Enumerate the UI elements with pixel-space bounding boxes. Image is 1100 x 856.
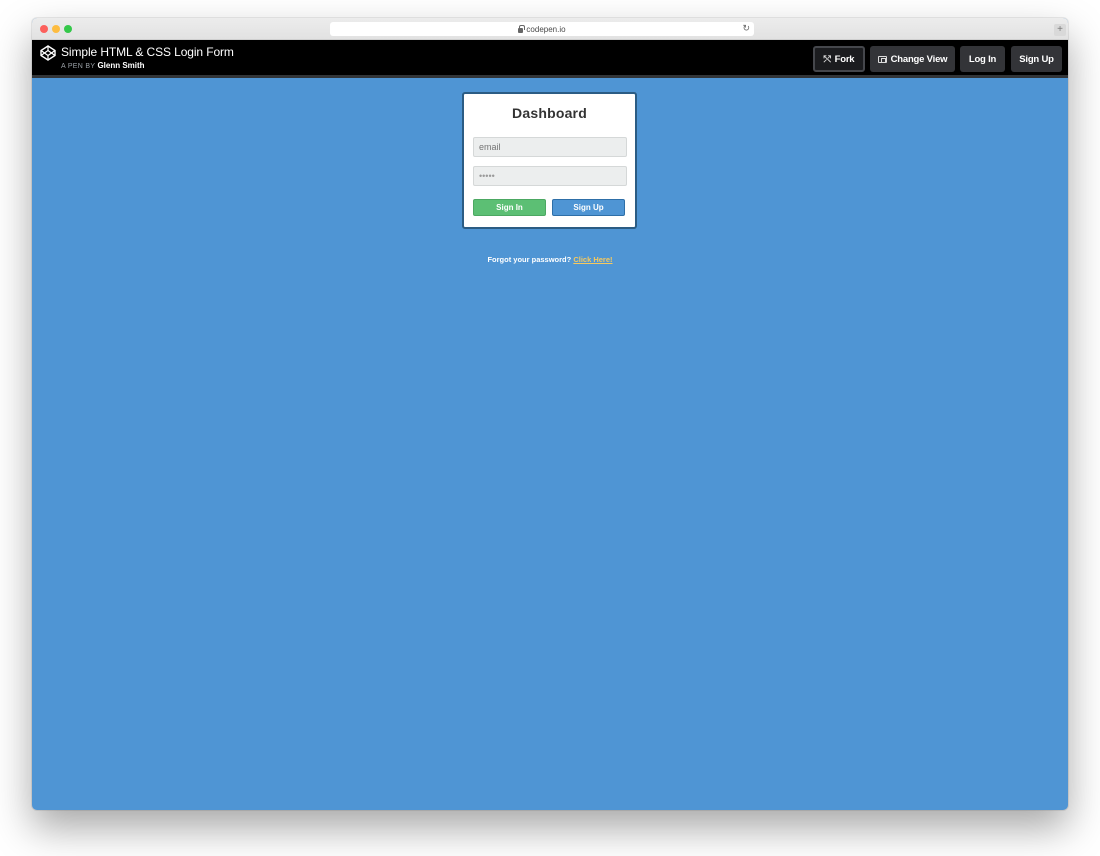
sign-in-label: Sign In [496,203,523,212]
codepen-header: Simple HTML & CSS Login Form A PEN BY Gl… [32,40,1068,78]
password-input[interactable] [473,166,627,186]
fork-icon: ⤲ [823,53,831,64]
card-title: Dashboard [512,105,587,121]
header-sign-up-label: Sign Up [1019,53,1054,65]
author-link[interactable]: Glenn Smith [97,61,144,70]
fork-button[interactable]: ⤲ Fork [813,46,865,72]
browser-toolbar: codepen.io ↻ + [32,18,1068,40]
log-in-button[interactable]: Log In [960,46,1005,72]
codepen-logo-icon[interactable] [40,45,56,61]
address-url: codepen.io [526,24,566,34]
forgot-password: Forgot your password? Click Here! [32,255,1068,264]
change-view-label: Change View [890,53,948,65]
sign-up-button[interactable]: Sign Up [552,199,625,216]
forgot-password-text: Forgot your password? [487,255,572,264]
lock-icon [518,24,525,33]
browser-window: codepen.io ↻ + Simple HTML & CSS Login F… [32,18,1068,810]
log-in-label: Log In [968,53,997,65]
email-input[interactable] [473,137,627,157]
new-tab-icon[interactable]: + [1054,24,1066,36]
pen-byline: A PEN BY Glenn Smith [61,61,145,70]
login-card: Dashboard Sign In Sign Up [462,92,637,229]
header-sign-up-button[interactable]: Sign Up [1011,46,1062,72]
sign-in-button[interactable]: Sign In [473,199,546,216]
address-bar[interactable]: codepen.io ↻ [330,22,754,36]
layout-icon [877,55,887,63]
minimize-window-icon[interactable] [52,25,60,33]
close-window-icon[interactable] [40,25,48,33]
reload-icon[interactable]: ↻ [742,23,750,34]
pen-title: Simple HTML & CSS Login Form [61,45,234,59]
change-view-button[interactable]: Change View [870,46,955,72]
fork-label: Fork [834,53,855,65]
forgot-password-link[interactable]: Click Here! [573,255,612,264]
maximize-window-icon[interactable] [64,25,72,33]
byline-prefix: A PEN BY [61,63,96,70]
sign-up-label: Sign Up [573,203,604,212]
